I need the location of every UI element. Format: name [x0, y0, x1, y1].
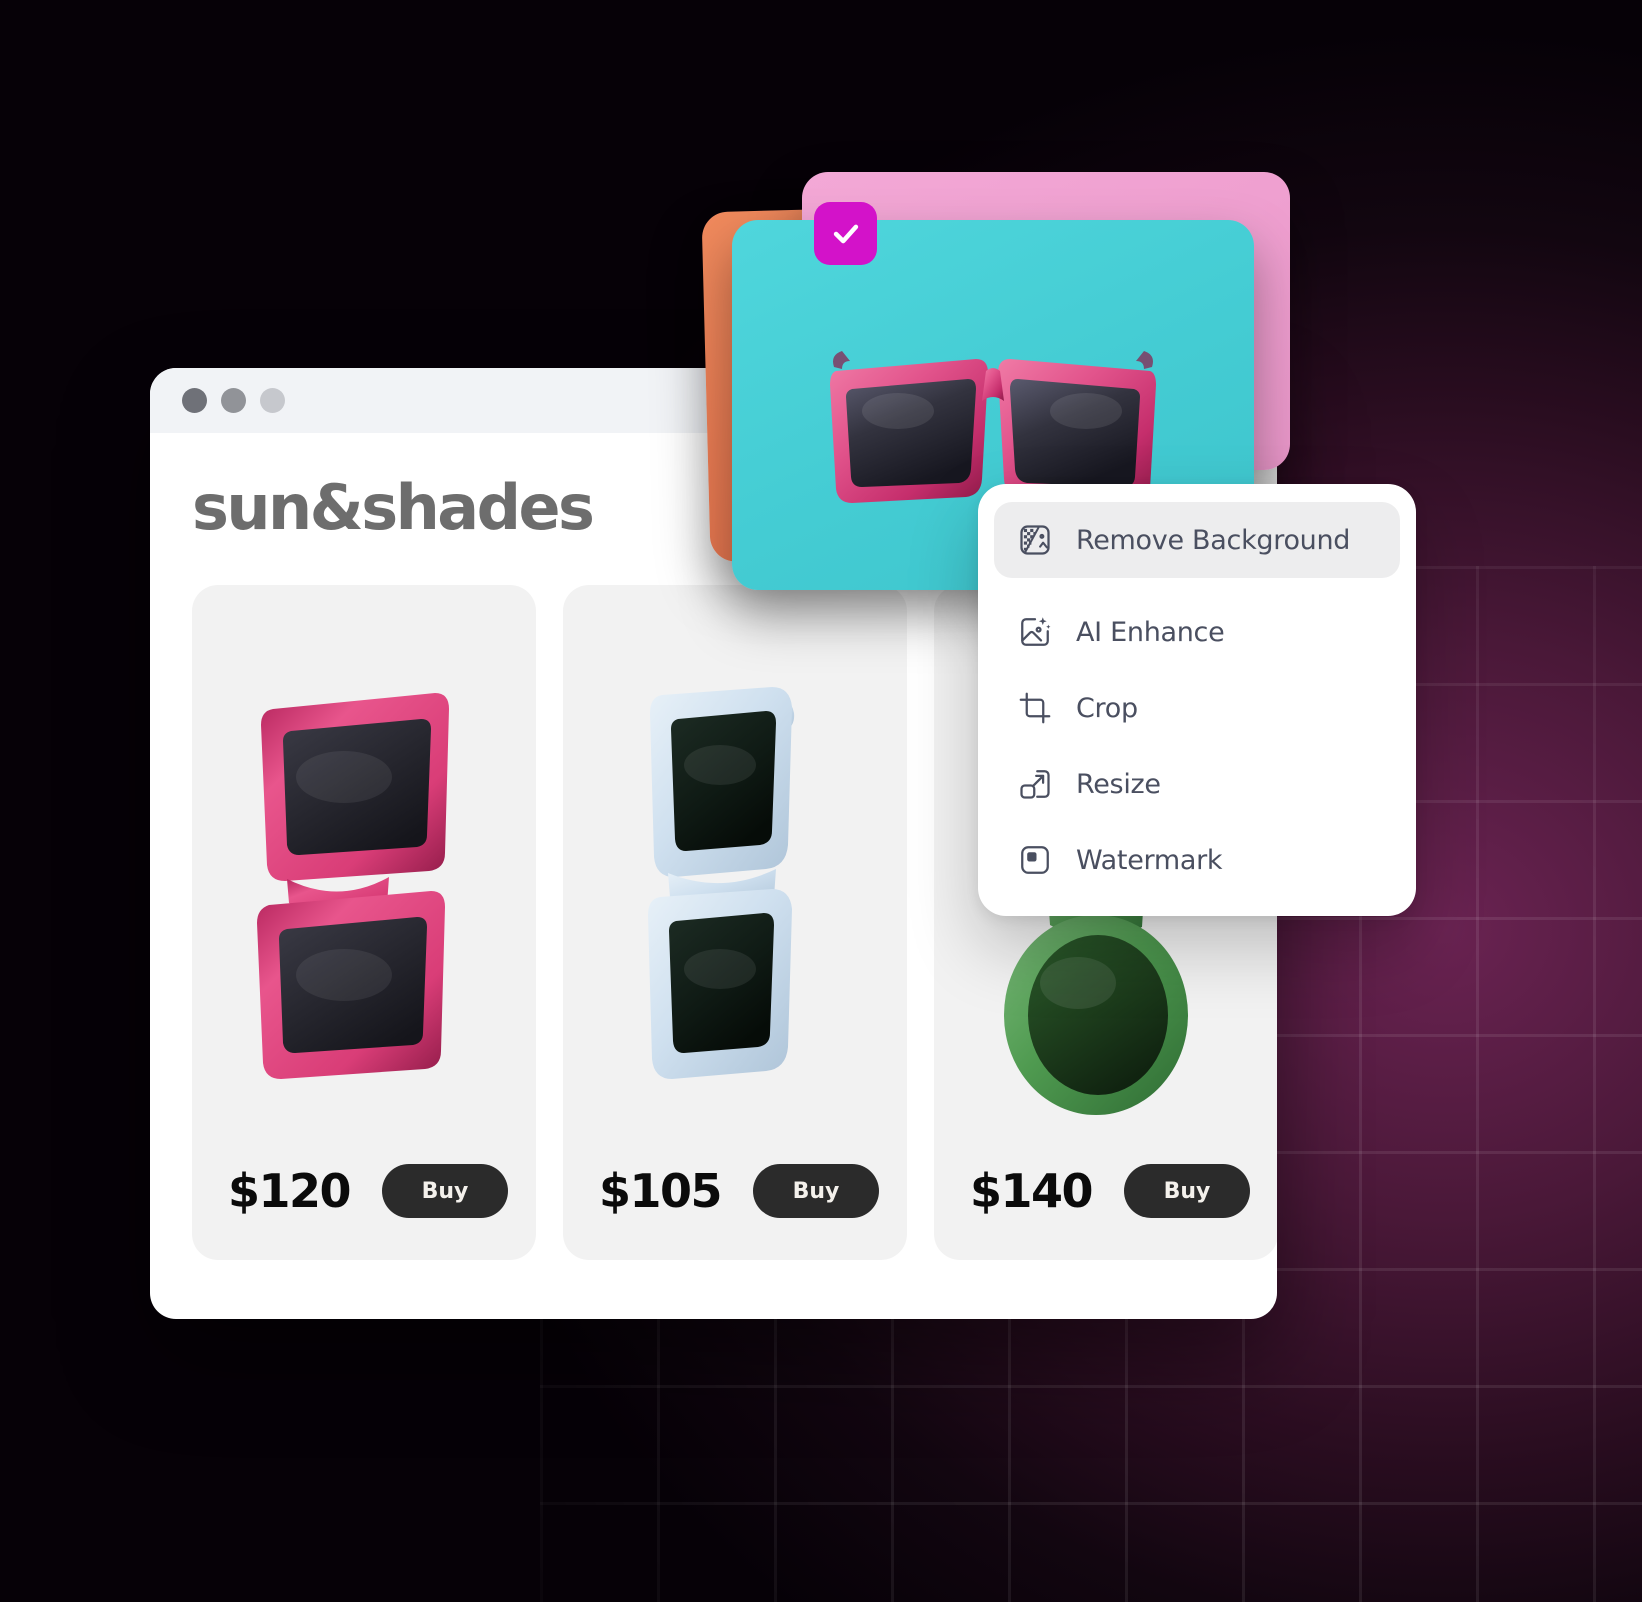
product-price: $120 — [228, 1164, 352, 1218]
product-card[interactable]: $120 Buy — [192, 585, 536, 1260]
close-dot[interactable] — [182, 388, 207, 413]
pink-sunglasses-illustration — [257, 693, 449, 1079]
watermark-icon — [1016, 841, 1054, 879]
menu-item-crop[interactable]: Crop — [994, 670, 1400, 746]
menu-item-label: AI Enhance — [1076, 616, 1225, 648]
product-price: $105 — [599, 1164, 723, 1218]
resize-icon — [1016, 765, 1054, 803]
menu-spacer — [994, 578, 1400, 594]
buy-button[interactable]: Buy — [382, 1164, 508, 1218]
product-footer: $105 Buy — [599, 1164, 879, 1218]
blue-sunglasses-illustration — [648, 687, 795, 1079]
menu-item-label: Resize — [1076, 768, 1161, 800]
buy-button[interactable]: Buy — [753, 1164, 879, 1218]
selection-badge-active[interactable] — [814, 202, 877, 265]
product-image-light-blue-sunglasses — [563, 647, 907, 1117]
menu-item-label: Crop — [1076, 692, 1138, 724]
product-image-pink-square-sunglasses — [192, 647, 536, 1117]
menu-item-remove-background[interactable]: Remove Background — [994, 502, 1400, 578]
maximize-dot[interactable] — [260, 388, 285, 413]
product-card[interactable]: $105 Buy — [563, 585, 907, 1260]
menu-item-resize[interactable]: Resize — [994, 746, 1400, 822]
product-footer: $120 Buy — [228, 1164, 508, 1218]
product-price: $140 — [970, 1164, 1094, 1218]
menu-item-label: Watermark — [1076, 844, 1223, 876]
minimize-dot[interactable] — [221, 388, 246, 413]
crop-icon — [1016, 689, 1054, 727]
menu-item-ai-enhance[interactable]: AI Enhance — [994, 594, 1400, 670]
buy-button[interactable]: Buy — [1124, 1164, 1250, 1218]
product-footer: $140 Buy — [970, 1164, 1250, 1218]
ai-enhance-icon — [1016, 613, 1054, 651]
menu-item-watermark[interactable]: Watermark — [994, 822, 1400, 898]
check-icon — [833, 224, 858, 243]
remove-background-icon — [1016, 521, 1054, 559]
screenshot-stage: sun&shades $120 Buy $105 Buy $140 Buy Re… — [0, 0, 1642, 1602]
menu-item-label: Remove Background — [1076, 524, 1351, 556]
image-tools-context-menu: Remove Background AI Enhance Crop Resize… — [978, 484, 1416, 916]
